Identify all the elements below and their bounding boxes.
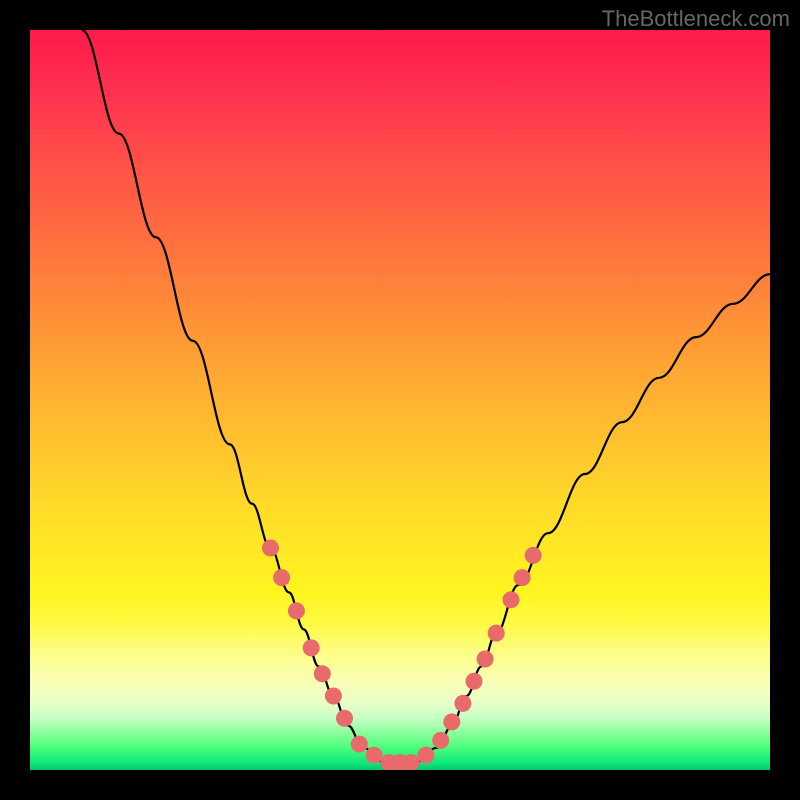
data-marker (525, 547, 542, 564)
data-marker (477, 651, 494, 668)
data-marker (443, 713, 460, 730)
data-marker (262, 540, 279, 557)
data-marker (336, 710, 353, 727)
data-marker (454, 695, 471, 712)
data-marker (417, 747, 434, 764)
data-marker (514, 569, 531, 586)
data-marker (488, 625, 505, 642)
chart-area (30, 30, 770, 770)
data-marker (314, 665, 331, 682)
watermark-text: TheBottleneck.com (602, 6, 790, 32)
bottleneck-curve (82, 30, 770, 763)
data-marker (325, 688, 342, 705)
chart-svg (30, 30, 770, 770)
data-marker (466, 673, 483, 690)
data-marker (351, 736, 368, 753)
data-marker (303, 639, 320, 656)
data-marker (288, 602, 305, 619)
data-markers (262, 540, 542, 771)
data-marker (503, 591, 520, 608)
data-marker (432, 732, 449, 749)
data-marker (366, 747, 383, 764)
data-marker (273, 569, 290, 586)
